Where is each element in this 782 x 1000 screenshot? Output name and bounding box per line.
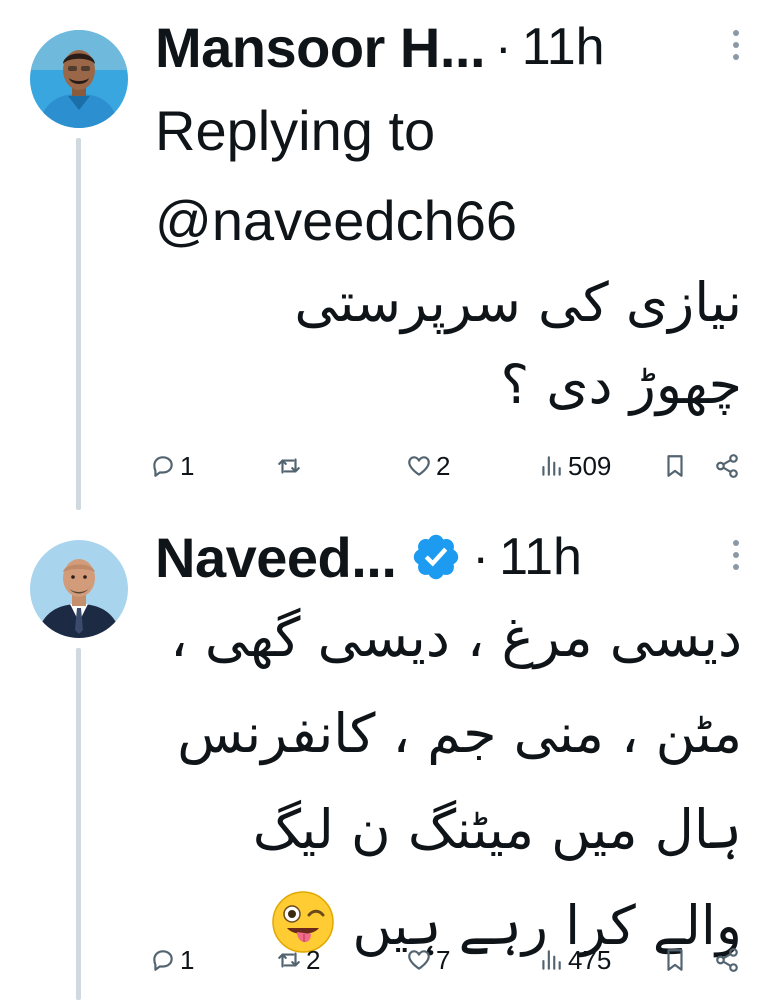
views-chart-icon — [538, 947, 564, 973]
bookmark-icon — [662, 453, 688, 479]
reply-count: 1 — [180, 450, 195, 481]
bookmark-button[interactable] — [662, 446, 688, 486]
reply-context[interactable]: Replying to @naveedch66 — [155, 86, 715, 266]
more-options-icon[interactable] — [730, 540, 742, 580]
share-button[interactable] — [714, 446, 740, 486]
like-button[interactable]: 7 — [406, 940, 450, 980]
share-button[interactable] — [714, 940, 740, 980]
retweet-icon — [276, 453, 302, 479]
bookmark-button[interactable] — [662, 940, 688, 980]
views-button[interactable]: 475 — [538, 940, 611, 980]
tweet-header: Naveed... · 11h — [155, 525, 582, 590]
like-button[interactable]: 2 — [406, 446, 450, 486]
view-count: 509 — [568, 450, 612, 481]
tweet-text: نیازی کی سرپرستی چھوڑ دی ؟ — [294, 271, 742, 416]
verified-badge-icon — [410, 531, 462, 583]
reply-icon — [150, 453, 176, 479]
action-bar: 1 2 509 — [150, 446, 750, 486]
retweet-button[interactable]: 2 — [276, 940, 320, 980]
share-icon — [714, 947, 740, 973]
view-count: 475 — [568, 944, 612, 975]
like-count: 7 — [436, 944, 451, 975]
thread-connector-line — [76, 138, 81, 510]
views-button[interactable]: 509 — [538, 446, 611, 486]
timestamp[interactable]: 11h — [522, 17, 605, 77]
retweet-icon — [276, 947, 302, 973]
tweet[interactable]: Mansoor H... · 11h Replying to @naveedch… — [0, 0, 782, 510]
heart-icon — [406, 947, 432, 973]
timestamp[interactable]: 11h — [499, 527, 582, 587]
author-name[interactable]: Naveed... — [155, 525, 397, 590]
tweet[interactable]: Naveed... · 11h دیسی مرغ ، دیسی گھی ، مٹ… — [0, 510, 782, 1000]
thread-connector-line — [76, 648, 81, 1000]
share-icon — [714, 453, 740, 479]
heart-icon — [406, 453, 432, 479]
avatar[interactable] — [30, 30, 128, 128]
more-options-icon[interactable] — [730, 30, 742, 70]
avatar[interactable] — [30, 540, 128, 638]
tweet-text-body: دیسی مرغ ، دیسی گھی ، مٹن ، منی جم ، کان… — [170, 606, 742, 957]
views-chart-icon — [538, 453, 564, 479]
reply-icon — [150, 947, 176, 973]
retweet-button[interactable] — [276, 446, 306, 486]
separator-dot: · — [495, 19, 512, 75]
reply-count: 1 — [180, 944, 195, 975]
reply-button[interactable]: 1 — [150, 446, 194, 486]
author-name[interactable]: Mansoor H... — [155, 15, 486, 80]
retweet-count: 2 — [306, 944, 321, 975]
action-bar: 1 2 7 475 — [150, 940, 750, 980]
tweet-header: Mansoor H... · 11h — [155, 15, 605, 80]
tweet-text: دیسی مرغ ، دیسی گھی ، مٹن ، منی جم ، کان… — [162, 590, 742, 974]
separator-dot: · — [472, 529, 490, 585]
bookmark-icon — [662, 947, 688, 973]
like-count: 2 — [436, 450, 451, 481]
reply-button[interactable]: 1 — [150, 940, 194, 980]
